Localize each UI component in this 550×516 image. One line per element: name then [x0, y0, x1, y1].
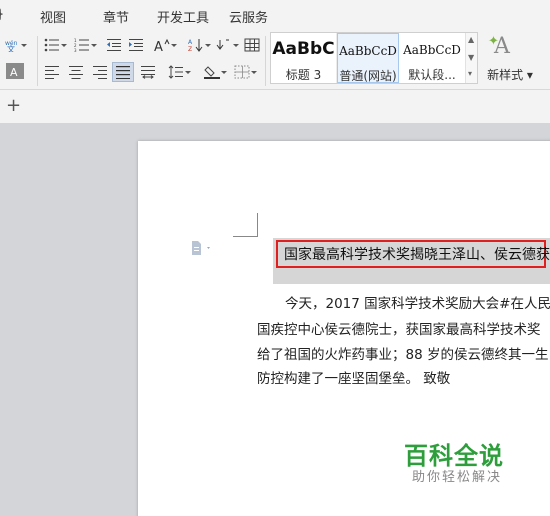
svg-text:3: 3 — [74, 48, 77, 52]
align-center-icon[interactable] — [66, 63, 86, 81]
bullet-list-icon[interactable] — [42, 36, 67, 54]
style-name: 默认段... — [408, 68, 456, 82]
menu-bar: } 视图 章节 开发工具 云服务 — [0, 0, 550, 30]
tab-strip: + — [0, 90, 550, 123]
scroll-up-icon[interactable]: ▲ — [468, 35, 474, 44]
body-line: 国疾控中心侯云德院士，获国家最高科学技术奖 — [257, 322, 541, 338]
svg-text:文: 文 — [7, 44, 15, 52]
gallery-scrollbar[interactable]: ▲ ▼ ▾ — [465, 33, 477, 83]
sort-icon[interactable]: AZ — [186, 36, 211, 54]
show-marks-icon[interactable] — [214, 36, 239, 54]
new-style-icon: ✦ A — [488, 34, 510, 59]
tab-devtools[interactable]: 开发工具 — [157, 7, 209, 26]
ribbon-separator — [265, 36, 266, 86]
style-sample: AaBbCcD — [339, 44, 397, 58]
phonetic-guide-icon[interactable]: wén 文 — [2, 36, 27, 54]
watermark-logo: 百科全说 助你轻松解决 — [386, 434, 528, 492]
align-left-icon[interactable] — [42, 63, 62, 81]
style-heading-3[interactable]: AaBbC 标题 3 — [271, 33, 337, 83]
scroll-down-icon[interactable]: ▼ — [468, 53, 474, 62]
tab-fragment[interactable]: } — [0, 7, 4, 22]
body-line: 防控构建了一座坚固堡垒。 致敬 — [257, 371, 451, 387]
align-right-icon[interactable] — [90, 63, 110, 81]
document-title: 国家最高科学技术奖揭晓王泽山、侯云德获 — [284, 247, 550, 263]
paragraph-handle-icon[interactable] — [190, 240, 216, 256]
svg-text:A: A — [188, 39, 193, 46]
distributed-align-icon[interactable] — [138, 63, 158, 81]
font-size-grow-icon[interactable]: A — [152, 36, 177, 54]
shading-fill-icon[interactable] — [202, 63, 227, 81]
body-line: 今天，2017 国家科学技术奖励大会#在人民大 — [285, 296, 550, 312]
decrease-indent-icon[interactable] — [104, 36, 124, 54]
watermark-subtitle: 助你轻松解决 — [412, 470, 503, 485]
line-spacing-icon[interactable] — [166, 63, 191, 81]
new-style-label: 新样式 ▾ — [487, 68, 533, 82]
tab-cloud[interactable]: 云服务 — [229, 7, 268, 26]
borders-icon[interactable] — [232, 63, 257, 81]
tab-chapter[interactable]: 章节 — [103, 7, 129, 26]
style-name: 普通(网站) — [339, 69, 397, 83]
margin-mark — [257, 213, 258, 237]
style-normal-web[interactable]: AaBbCcD 普通(网站) — [337, 33, 399, 83]
ribbon-separator — [37, 36, 38, 86]
svg-text:A: A — [10, 66, 18, 78]
styles-gallery: AaBbC 标题 3 AaBbCcD 普通(网站) AaBbCcD 默认段...… — [270, 32, 478, 84]
style-default-paragraph[interactable]: AaBbCcD 默认段... — [399, 33, 465, 83]
justify-icon[interactable] — [112, 62, 134, 82]
svg-text:Z: Z — [188, 46, 192, 52]
new-tab-icon[interactable]: + — [6, 95, 21, 116]
body-line: 给了祖国的火炸药事业；88 岁的侯云德终其一生 — [257, 347, 549, 363]
margin-mark — [233, 236, 257, 237]
new-style-button[interactable]: ✦ A 新样式 ▾ — [480, 32, 536, 84]
character-shading-icon[interactable]: A — [6, 63, 24, 79]
style-sample: AaBbC — [272, 39, 335, 59]
svg-text:A: A — [154, 40, 163, 52]
table-borders-icon[interactable] — [242, 36, 262, 54]
style-sample: AaBbCcD — [403, 43, 461, 57]
style-name: 标题 3 — [285, 68, 322, 82]
gallery-more-icon[interactable]: ▾ — [468, 69, 472, 78]
increase-indent-icon[interactable] — [126, 36, 146, 54]
numbered-list-icon[interactable]: 123 — [72, 36, 97, 54]
tab-view[interactable]: 视图 — [40, 7, 66, 26]
